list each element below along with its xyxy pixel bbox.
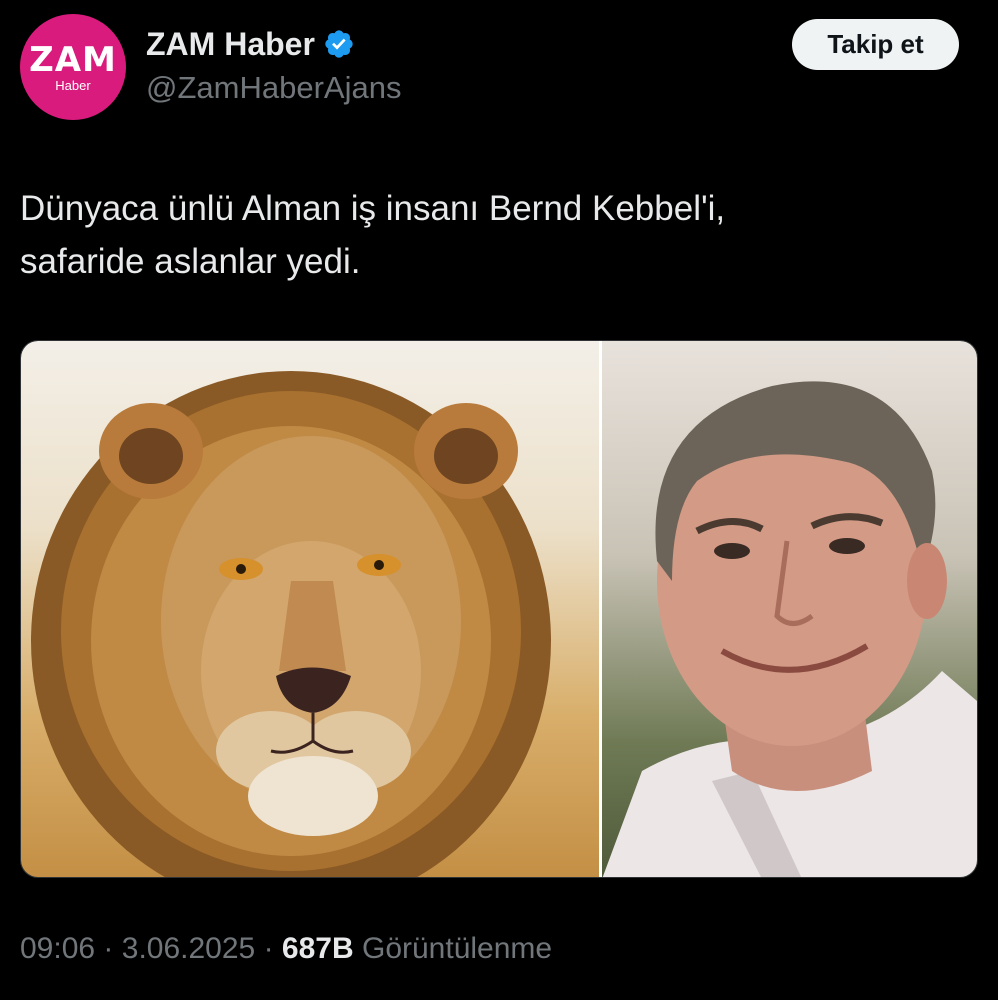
follow-button[interactable]: Takip et: [792, 19, 959, 70]
tweet-text-line: Dünyaca ünlü Alman iş insanı Bernd Kebbe…: [20, 189, 726, 228]
user-handle[interactable]: @ZamHaberAjans: [146, 70, 401, 106]
tweet-text-line: safaride aslanlar yedi.: [20, 242, 361, 281]
tweet-time[interactable]: 09:06: [20, 932, 95, 965]
avatar[interactable]: ZAM Haber: [20, 14, 126, 120]
author-name-row: ZAM Haber: [146, 24, 355, 64]
meta-separator: ·: [263, 932, 274, 965]
media-grid[interactable]: [20, 340, 978, 878]
meta-separator: ·: [103, 932, 114, 965]
tweet-card: ZAM Haber ZAM Haber @ZamHaberAjans Takip…: [0, 0, 998, 1000]
tweet-text: Dünyaca ünlü Alman iş insanı Bernd Kebbe…: [20, 182, 960, 288]
tweet-meta: 09:06 · 3.06.2025 · 687B Görüntülenme: [20, 932, 552, 966]
man-photo[interactable]: [599, 341, 977, 877]
avatar-logo-text: ZAM: [29, 40, 117, 80]
lion-photo[interactable]: [21, 341, 599, 877]
verified-badge-icon: [323, 28, 355, 60]
display-name[interactable]: ZAM Haber: [146, 26, 315, 63]
tweet-date[interactable]: 3.06.2025: [122, 932, 255, 965]
views-label: Görüntülenme: [361, 932, 553, 965]
avatar-logo-subtext: Haber: [55, 78, 91, 93]
views-count: 687B: [281, 932, 354, 965]
